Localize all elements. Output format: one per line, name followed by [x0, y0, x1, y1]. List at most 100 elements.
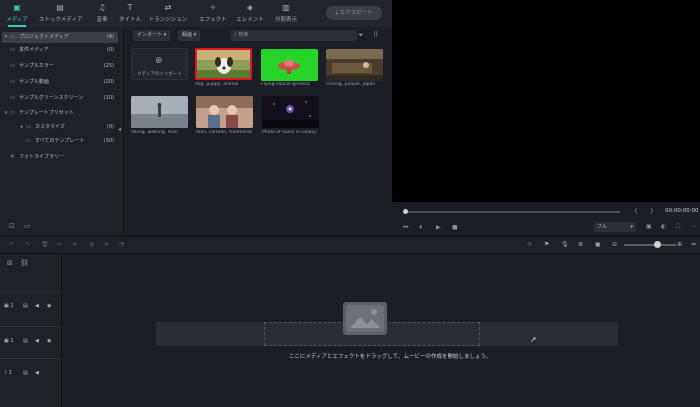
record-dropdown[interactable]: 録画 ▾ [178, 30, 201, 41]
hiking-thumbnail-image [131, 96, 188, 128]
playback-scrubber[interactable] [405, 211, 620, 213]
fullscreen-icon[interactable]: ⛶ [676, 223, 680, 231]
delete-icon[interactable]: 🗑 [41, 241, 49, 248]
previous-frame-icon[interactable]: ⏮ [403, 224, 408, 232]
tab-element[interactable]: ◈ エレメント [235, 0, 265, 27]
filter-icon[interactable]: ⏷ [358, 31, 364, 40]
settings-icon[interactable]: ⋯ [690, 223, 696, 230]
cartoon-thumbnail-image [196, 96, 253, 128]
sidebar-item-sample-green-screen[interactable]: ▭ サンプルグリーンスクリーン (10) [10, 93, 118, 104]
grid-view-icon[interactable]: ⠿ [373, 31, 378, 39]
mark-out-icon[interactable]: } [650, 208, 654, 215]
sidebar-item-project-media[interactable]: ▾ ▭ プロジェクトメディア (4) [2, 32, 118, 43]
sidebar-item-template-presets[interactable]: ▾ ▭ テンプレートプリセット [2, 108, 118, 119]
mute-icon[interactable]: ◀ [35, 370, 39, 376]
snapshot-icon[interactable]: ▣ [646, 223, 652, 230]
mouse-cursor-icon: ➚ [530, 335, 537, 344]
lock-icon[interactable]: ▤ [23, 370, 28, 376]
drag-media-image-icon [343, 302, 387, 335]
chevron-down-icon: ▾ [163, 32, 167, 38]
folder-icon: ▭ [10, 79, 15, 85]
quality-select[interactable]: フル ▾ [594, 222, 636, 232]
chevron-down-icon: ▾ [4, 110, 8, 116]
track-audio-1: ♪ 1 ▤ ◀ [0, 358, 62, 386]
import-media-tile[interactable]: ⊕ メディアのインポート [131, 48, 188, 80]
export-button[interactable]: ⤓ エクスポート [326, 6, 382, 20]
add-track-icon[interactable]: ⊞ [7, 259, 13, 267]
timecode: 00:00:00:00 [665, 208, 699, 214]
mute-icon[interactable]: ◀ [35, 338, 39, 344]
split-icon[interactable]: ✂ [57, 241, 62, 248]
media-thumb-fishing[interactable] [326, 49, 383, 81]
sidebar-item-photo-library[interactable]: ✲ フォトライブラリー [10, 152, 118, 163]
track-video-1: ▣ 1 ▤ ◀ ◉ [0, 326, 62, 354]
zoom-out-icon[interactable]: ⊖ [612, 241, 617, 248]
marker-icon[interactable]: ⚑ [544, 241, 549, 248]
volume-icon[interactable]: ◐ [661, 223, 666, 230]
sidebar-item-folder[interactable]: ▭ 本件メディア (0) [10, 45, 118, 56]
folder-icon: ▭ [26, 124, 31, 130]
transition-icon: ⇄ [164, 3, 172, 12]
tab-media[interactable]: ▣ メディア [2, 0, 32, 27]
step-back-icon[interactable]: ⏴ [419, 224, 422, 232]
drop-hint-text: ここにメディアとエフェクトをドラッグして、ムービーの作成を開始しましょう。 [288, 354, 492, 360]
folder-icon: ▭ [10, 95, 15, 101]
dog-thumbnail-image [197, 50, 250, 78]
audio-mixer-icon[interactable]: ≣ [578, 241, 583, 248]
redo-icon[interactable]: ↷ [25, 241, 30, 248]
folder-icon: ▭ [10, 63, 15, 69]
folder-icon: ▭ [26, 138, 31, 144]
media-icon: ▣ [13, 3, 21, 12]
link-icon[interactable]: ⛓ [20, 259, 29, 267]
media-caption: man, cartoon, traditional [196, 130, 253, 135]
sidebar-item-sample-video[interactable]: ▭ サンプル動画 (20) [10, 77, 118, 88]
lock-icon[interactable]: ▤ [23, 303, 28, 309]
speed-icon[interactable]: ≋ [104, 241, 109, 248]
new-folder-icon[interactable]: ⊡ [9, 222, 15, 230]
lock-icon[interactable]: ▤ [23, 338, 28, 344]
crop-icon[interactable]: ⌗ [73, 241, 76, 249]
split-screen-icon: ▥ [282, 3, 290, 12]
media-caption: Flying-saucer-greensc [261, 82, 311, 87]
stop-icon[interactable]: ■ [452, 224, 458, 231]
import-dropdown[interactable]: インポート ▾ [133, 30, 171, 41]
tab-split-screen[interactable]: ▥ 分割表示 [271, 0, 301, 27]
sidebar-item-all-templates[interactable]: ▭ すべてのテンプレート (30) [26, 136, 118, 147]
visibility-icon[interactable]: ◉ [47, 303, 51, 309]
zoom-in-icon[interactable]: ⊕ [677, 241, 682, 248]
collapse-sidebar-icon[interactable]: ◂ [118, 126, 121, 133]
folder-icon[interactable]: ▭ [24, 222, 31, 230]
tab-effect[interactable]: ✧ エフェクト [198, 0, 228, 27]
audio-icon[interactable]: ◔ [119, 241, 124, 248]
media-thumb-cartoon[interactable] [196, 96, 253, 128]
fit-timeline-icon[interactable]: ⇔ [691, 241, 696, 248]
scrubber-handle[interactable] [403, 209, 408, 214]
chevron-right-icon: ▸ [20, 124, 24, 130]
media-thumb-galaxy[interactable] [262, 96, 319, 128]
media-thumb-dog[interactable] [195, 48, 252, 80]
tab-title[interactable]: T タイトル [115, 0, 145, 27]
sidebar-item-sample-color[interactable]: ▭ サンプルカラー (25) [10, 61, 118, 72]
tab-transition[interactable]: ⇄ トランジション [149, 0, 188, 27]
media-thumb-hiking[interactable] [131, 96, 188, 128]
tab-label: メディア [6, 17, 28, 23]
mute-icon[interactable]: ◀ [35, 303, 39, 309]
element-icon: ◈ [246, 3, 254, 12]
microphone-icon[interactable]: 🎙 [561, 241, 569, 248]
undo-icon[interactable]: ↶ [9, 241, 14, 248]
tab-stock-media[interactable]: ▤ ストックメディア [39, 0, 82, 27]
render-icon[interactable]: ✣ [527, 241, 532, 248]
color-icon[interactable]: ◍ [89, 241, 94, 248]
media-thumb-green-screen[interactable] [261, 49, 318, 81]
play-icon[interactable]: ▶ [436, 224, 441, 231]
zoom-slider[interactable] [624, 244, 676, 246]
sidebar-item-customize[interactable]: ▸ ▭ カスタマイズ (0) [18, 122, 118, 133]
visibility-icon[interactable]: ◉ [47, 338, 51, 344]
snapshot-icon[interactable]: ▣ [595, 241, 601, 248]
stock-media-icon: ▤ [56, 3, 64, 12]
mark-in-icon[interactable]: { [634, 208, 638, 215]
tab-label: エフェクト [199, 17, 227, 23]
import-icon: ⊕ [155, 56, 163, 66]
zoom-slider-handle[interactable] [654, 241, 661, 248]
search-input[interactable]: ⌕ 検索 [231, 30, 357, 41]
